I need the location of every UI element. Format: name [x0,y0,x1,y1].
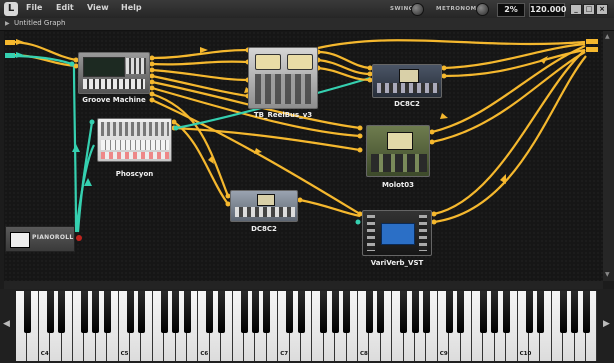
piano-black-key[interactable] [206,291,214,333]
piano-black-key[interactable] [320,291,328,333]
piano-black-key[interactable] [502,291,510,333]
piano-black-key[interactable] [126,291,134,333]
octave-label: C8 [360,351,368,357]
node-pianoroll[interactable]: PIANOROLL [5,226,75,252]
tempo-field[interactable]: 120.000 [529,3,566,17]
piano-black-key[interactable] [92,291,100,333]
piano-black-key[interactable] [137,291,145,333]
octave-label: C6 [200,351,209,357]
close-button[interactable]: × [596,4,608,15]
piano-black-key[interactable] [183,291,191,333]
node-label-reelbus: TB_ReelBus_v3 [253,111,313,119]
piano-black-key[interactable] [297,291,305,333]
metronome-knob-icon[interactable] [476,3,489,16]
node-label-pianoroll: PIANOROLL [32,234,74,241]
node-label-dc8c2-mid: DC8C2 [251,225,277,233]
piano-black-key[interactable] [365,291,373,333]
piano-black-key[interactable] [571,291,579,333]
node-label-dc8c2-top: DC8C2 [394,100,420,108]
app-logo-icon[interactable]: L [4,2,18,16]
graph-title-bar: ▶ Untitled Graph [0,18,614,31]
octave-label: C9 [439,351,448,357]
octave-label: C10 [519,351,532,357]
piano-black-key[interactable] [377,291,385,333]
piano-black-key[interactable] [58,291,66,333]
graph-title: Untitled Graph [14,19,66,27]
swing-knob-icon[interactable] [411,3,424,16]
piano-keys-icon [10,232,30,248]
piano-black-key[interactable] [400,291,408,333]
piano-black-key[interactable] [457,291,465,333]
piano-keyboard[interactable]: ◀ ▶ C4 C5 C6 C7 C8 C9 C10 [0,289,614,363]
octave-label: C7 [280,351,289,357]
menu-view[interactable]: View [87,3,109,12]
node-dc8c2-top[interactable]: DC8C2 [372,64,442,108]
piano-black-key[interactable] [160,291,168,333]
piano-black-key[interactable] [103,291,111,333]
piano-black-key[interactable] [251,291,259,333]
piano-black-key[interactable] [46,291,54,333]
piano-black-key[interactable] [80,291,88,333]
node-label-variverb: VariVerb_VST [370,259,424,267]
scroll-right-icon[interactable]: ▶ [603,319,610,329]
metronome-label: METRONOME [436,6,481,12]
node-phoscyon[interactable]: Phoscyon [97,118,172,178]
swing-value-field[interactable]: 2% [497,3,525,17]
piano-black-key[interactable] [217,291,225,333]
piano-black-key[interactable] [411,291,419,333]
octave-label: C5 [120,351,129,357]
collapse-arrow-icon[interactable]: ▶ [5,20,10,27]
piano-black-key[interactable] [240,291,248,333]
node-groove-machine[interactable]: Groove Machine [78,52,150,104]
piano-black-key[interactable] [23,291,31,333]
piano-black-key[interactable] [479,291,487,333]
piano-black-key[interactable] [491,291,499,333]
menu-help[interactable]: Help [121,3,142,12]
menu-bar: L File Edit View Help SWING METRONOME 2%… [0,0,614,19]
node-molot[interactable]: Molot03 [366,125,430,189]
node-reelbus[interactable]: TB_ReelBus_v3 [248,47,318,119]
piano-black-key[interactable] [559,291,567,333]
menu-file[interactable]: File [26,3,42,12]
piano-black-key[interactable] [172,291,180,333]
node-label-phoscyon: Phoscyon [115,170,154,178]
vertical-scrollbar[interactable]: ▲ ▼ [603,31,614,281]
piano-black-key[interactable] [582,291,590,333]
piano-black-key[interactable] [343,291,351,333]
node-dc8c2-mid[interactable]: DC8C2 [230,190,298,233]
octave-label: C4 [40,351,49,357]
node-variverb[interactable]: VariVerb_VST [362,210,432,267]
piano-black-key[interactable] [286,291,294,333]
piano-black-key[interactable] [422,291,430,333]
restore-button[interactable]: □ [583,4,595,15]
piano-black-key[interactable] [263,291,271,333]
piano-black-key[interactable] [331,291,339,333]
horizontal-scrollbar[interactable] [4,281,603,289]
node-label-molot: Molot03 [381,181,415,189]
minimize-button[interactable]: _ [570,4,582,15]
piano-black-key[interactable] [445,291,453,333]
node-label-groove-machine: Groove Machine [82,96,146,104]
scroll-up-icon[interactable]: ▲ [605,33,610,40]
menu-edit[interactable]: Edit [56,3,74,12]
scroll-left-icon[interactable]: ◀ [3,319,10,329]
piano-black-key[interactable] [536,291,544,333]
piano-black-key[interactable] [525,291,533,333]
scroll-down-icon[interactable]: ▼ [605,271,610,278]
